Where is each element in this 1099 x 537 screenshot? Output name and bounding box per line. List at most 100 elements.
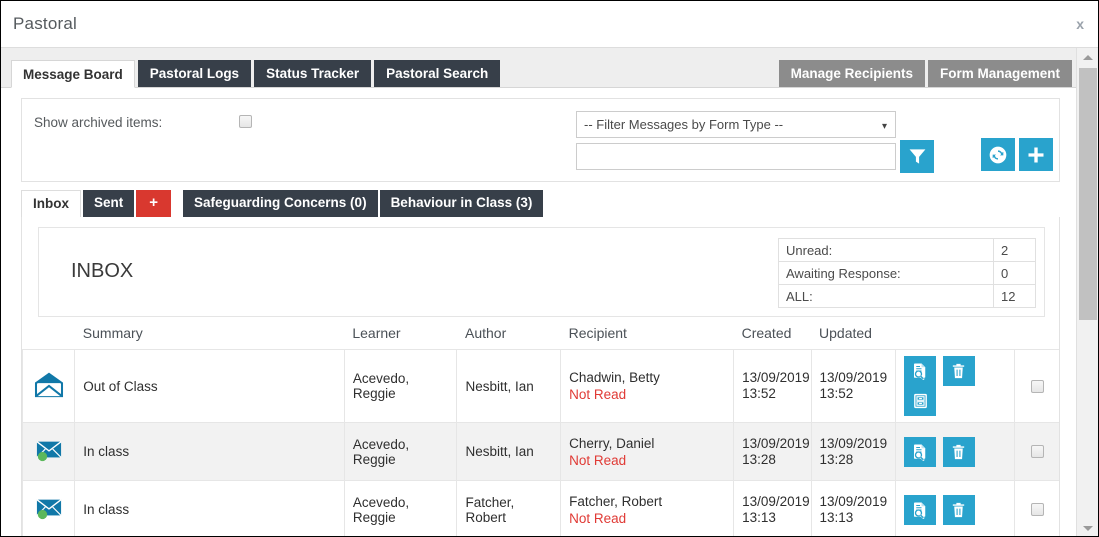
cell-updated: 13/09/2019 13:28 [810,422,897,481]
delete-message-button[interactable] [942,356,975,386]
view-message-button[interactable] [904,436,936,467]
vertical-scrollbar[interactable] [1076,48,1098,536]
plus-icon [1028,147,1044,162]
updated-time: 13:13 [819,509,854,525]
table-row[interactable]: In class Acevedo, Reggie Nesbitt, Ian Ch… [22,422,1059,481]
cell-updated: 13/09/2019 13:52 [810,349,897,423]
recipient-name: Fatcher, Robert [569,493,663,509]
cell-summary: In class [74,480,345,536]
main-tabs-right: Manage Recipients Form Management [778,60,1072,87]
tab-pastoral-logs[interactable]: Pastoral Logs [137,60,252,87]
col-header-icon [22,321,75,350]
delete-icon [953,444,965,459]
close-icon[interactable]: x [1076,17,1084,31]
updated-time: 13:28 [819,451,854,467]
table-header-row: Summary Learner Author Recipient Created… [22,321,1059,350]
form-type-select-value: -- Filter Messages by Form Type -- [584,117,784,132]
col-header-summary: Summary [74,321,345,350]
stat-label-awaiting: Awaiting Response: [778,261,994,285]
message-status-cell [22,349,76,423]
cell-created: 13/09/2019 13:28 [733,422,812,481]
col-header-author: Author [456,321,561,350]
created-date: 13/09/2019 [742,370,810,385]
table-row[interactable]: Out of Class Acevedo, Reggie Nesbitt, Ia… [22,349,1059,423]
page-title: Pastoral [13,14,77,33]
cell-created: 13/09/2019 13:52 [733,349,812,423]
message-status-cell [22,480,76,536]
cell-author: Nesbitt, Ian [456,422,562,481]
cell-updated: 13/09/2019 13:13 [810,480,897,536]
scrollbar-thumb[interactable] [1079,68,1097,320]
add-mailbox-button[interactable]: + [136,190,172,217]
add-message-button[interactable] [1019,138,1053,171]
cell-recipient: Cherry, Daniel Not Read [560,422,735,481]
tab-form-management[interactable]: Form Management [927,60,1072,87]
cell-learner: Acevedo, Reggie [343,480,458,536]
main-tabstrip: Message Board Pastoral Logs Status Track… [1,48,1076,88]
inbox-header: INBOX Unread: 2 Awaiting Response: 0 ALL… [38,227,1045,317]
col-header-updated: Updated [811,321,896,350]
stat-value-unread: 2 [993,238,1036,262]
inbox-stats-table: Unread: 2 Awaiting Response: 0 ALL: 12 [778,238,1036,308]
chevron-down-icon [1083,525,1093,531]
filter-panel: Show archived items: -- Filter Messages … [21,98,1060,182]
delete-message-button[interactable] [942,494,975,525]
scroll-up-button[interactable] [1077,48,1098,66]
unread-dot-icon [37,509,47,520]
row-checkbox[interactable] [1030,445,1044,458]
view-icon [914,502,926,519]
cell-summary: Out of Class [74,349,345,423]
created-date: 13/09/2019 [742,435,810,451]
updated-date: 13/09/2019 [819,493,888,509]
cell-author: Nesbitt, Ian [456,349,562,423]
cell-select [1013,422,1059,481]
scroll-down-button[interactable] [1077,519,1098,536]
view-message-button[interactable] [904,494,936,525]
recipient-name: Chadwin, Betty [569,370,660,385]
delete-icon [953,502,965,517]
created-time: 13:28 [742,451,776,467]
stat-row-all: ALL: 12 [778,284,1036,308]
cell-recipient: Fatcher, Robert Not Read [560,480,735,536]
tab-manage-recipients[interactable]: Manage Recipients [778,60,925,87]
tab-inbox[interactable]: Inbox [21,190,81,218]
stat-label-unread: Unread: [778,238,994,262]
col-header-actions [895,321,1015,350]
window-titlebar: Pastoral x [1,1,1098,48]
recipient-name: Cherry, Daniel [569,435,655,451]
delete-message-button[interactable] [942,436,975,467]
main-tabs-left: Message Board Pastoral Logs Status Track… [11,60,501,88]
cell-actions [895,422,1015,481]
refresh-icon [989,146,1007,163]
inbox-panel: INBOX Unread: 2 Awaiting Response: 0 ALL… [21,217,1060,536]
col-header-recipient: Recipient [560,321,734,350]
tab-safeguarding-concerns[interactable]: Safeguarding Concerns (0) [183,190,378,217]
col-header-learner: Learner [344,321,457,350]
refresh-button[interactable] [981,138,1015,171]
tab-pastoral-search[interactable]: Pastoral Search [374,60,501,87]
view-message-button[interactable] [904,356,936,386]
table-row[interactable]: In class Acevedo, Reggie Fatcher, Robert… [22,480,1059,536]
message-search-input[interactable] [576,143,896,170]
apply-filter-button[interactable] [900,140,934,173]
delete-icon [953,363,965,379]
archive-message-button[interactable] [904,386,936,416]
chevron-up-icon [1083,54,1093,60]
form-type-select[interactable]: -- Filter Messages by Form Type -- ▾ [576,111,896,138]
created-time: 13:13 [742,509,776,525]
tab-sent[interactable]: Sent [83,190,135,217]
envelope-closed-icon [36,499,62,520]
archive-icon [913,393,927,409]
tab-message-board[interactable]: Message Board [11,60,135,88]
mailbox-tabs: Inbox Sent + Safeguarding Concerns (0) B… [21,190,1060,218]
tab-status-tracker[interactable]: Status Tracker [254,60,372,87]
show-archived-checkbox[interactable] [239,115,252,128]
show-archived-label: Show archived items: [34,115,163,130]
cell-select [1013,480,1059,536]
tab-behaviour-in-class[interactable]: Behaviour in Class (3) [379,190,544,217]
row-checkbox[interactable] [1030,503,1044,516]
inbox-heading: INBOX [71,260,134,282]
row-checkbox[interactable] [1030,379,1044,393]
col-header-created: Created [733,321,812,350]
cell-summary: In class [74,422,345,481]
